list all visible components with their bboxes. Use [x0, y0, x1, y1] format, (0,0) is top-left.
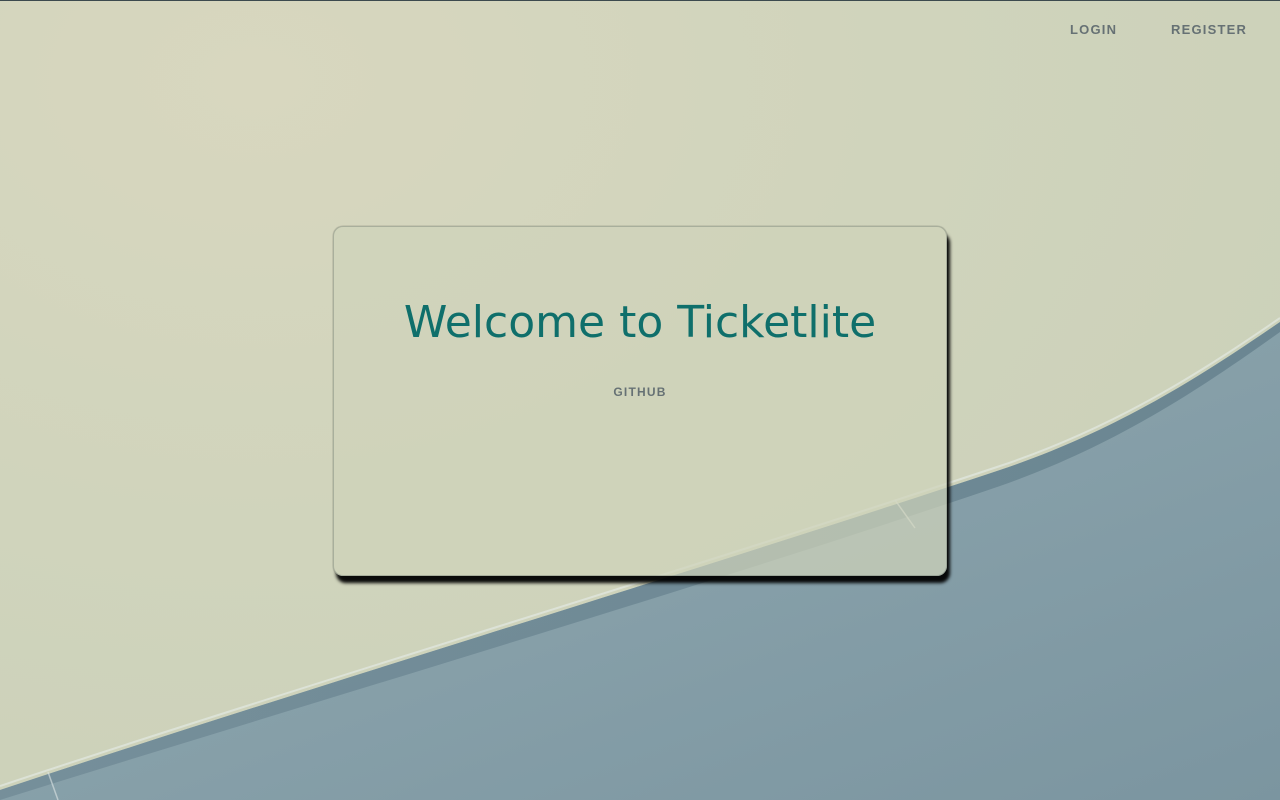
login-link[interactable]: LOGIN	[1070, 22, 1117, 37]
github-link[interactable]: GITHUB	[613, 385, 666, 399]
github-link-row: GITHUB	[334, 385, 946, 399]
welcome-card: Welcome to Ticketlite GITHUB	[333, 226, 947, 576]
register-link[interactable]: REGISTER	[1171, 22, 1247, 37]
top-border	[0, 0, 1280, 1]
page-title: Welcome to Ticketlite	[403, 297, 877, 348]
